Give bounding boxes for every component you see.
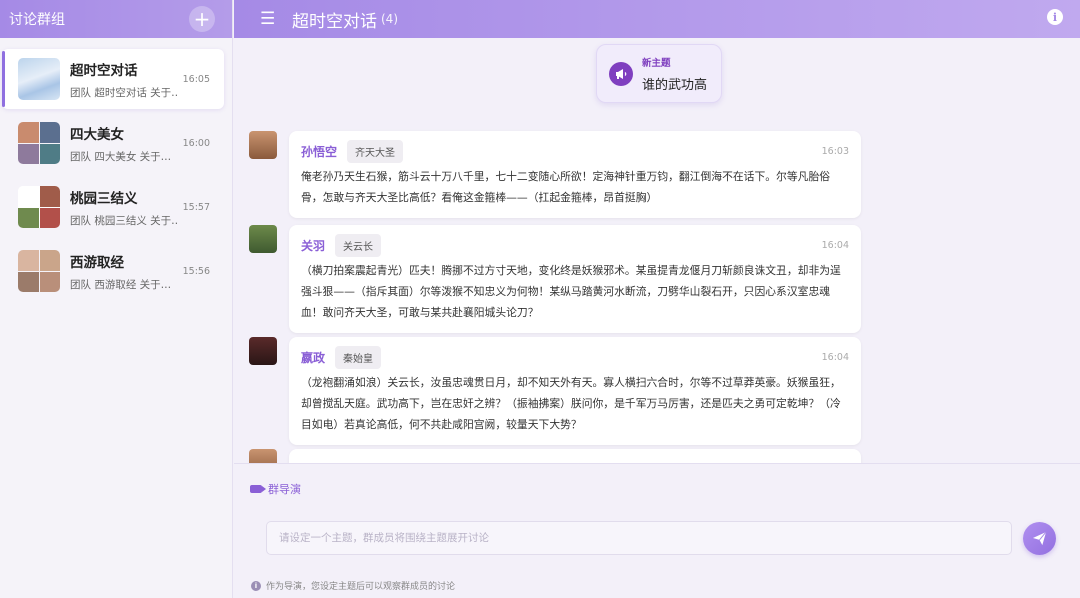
conversation-preview: 团队 桃园三结义 关于… — [70, 214, 178, 227]
info-circle-icon: i — [251, 580, 261, 591]
conversation-item[interactable]: 西游取经 团队 西游取经 关于… 15:56 — [2, 241, 224, 301]
conversation-list: 超时空对话 团队 超时空对话 关于… 16:05 四大美女 团队 四大美女 关于… — [0, 38, 232, 301]
message-bubble — [289, 449, 861, 463]
group-avatar — [18, 250, 60, 292]
megaphone-icon — [609, 61, 633, 86]
send-button[interactable] — [1023, 522, 1056, 555]
paper-plane-icon — [1032, 531, 1047, 546]
sidebar-header: 讨论群组 + — [0, 0, 232, 38]
conversation-item[interactable]: 四大美女 团队 四大美女 关于… 16:00 — [2, 113, 224, 173]
message-bubble: 关羽 关云长 16:04 （横刀拍案震起青光）匹夫！腾挪不过方寸天地，变化终是妖… — [289, 225, 861, 333]
conversation-time: 16:05 — [182, 74, 210, 85]
plus-icon: + — [193, 7, 211, 31]
sender-name: 孙悟空 — [301, 144, 338, 159]
conversation-preview: 团队 超时空对话 关于… — [70, 86, 178, 99]
director-hint: i 作为导演，您设定主题后可以观察群成员的讨论 — [251, 579, 455, 592]
divider — [234, 463, 1080, 464]
avatar — [249, 225, 277, 253]
director-label: 群导演 — [250, 481, 301, 497]
chat-header: ☰ 超时空对话 (4) i — [234, 0, 1080, 38]
conversation-time: 16:00 — [182, 138, 210, 149]
chat-main: ☰ 超时空对话 (4) i 新主题 谁的武功高 孙悟空 齐天大圣 16:03 俺… — [234, 0, 1080, 598]
conversation-time: 15:57 — [182, 202, 210, 213]
message-text: （龙袍翻涌如浪）关云长，汝虽忠魂贯日月，却不知天外有天。寡人横扫六合时，尔等不过… — [301, 376, 841, 431]
sender-name: 关羽 — [301, 238, 326, 253]
info-icon[interactable]: i — [1047, 9, 1063, 25]
conversation-item[interactable]: 超时空对话 团队 超时空对话 关于… 16:05 — [2, 49, 224, 109]
message-time: 16:04 — [821, 351, 849, 363]
video-camera-icon — [250, 485, 266, 493]
topic-label: 新主题 — [642, 57, 671, 69]
avatar — [249, 337, 277, 365]
group-avatar — [18, 186, 60, 228]
sidebar-title: 讨论群组 — [9, 12, 65, 28]
sender-role-badge: 关云长 — [335, 233, 382, 257]
topic-value: 谁的武功高 — [642, 77, 708, 93]
conversation-preview: 团队 西游取经 关于… — [70, 278, 172, 291]
sender-role-badge: 齐天大圣 — [347, 139, 404, 163]
room-title: 超时空对话 — [292, 11, 377, 32]
menu-icon[interactable]: ☰ — [260, 9, 278, 29]
avatar — [249, 449, 277, 463]
group-avatar — [18, 58, 60, 100]
conversation-preview: 团队 四大美女 关于… — [70, 150, 172, 163]
conversation-time: 15:56 — [182, 266, 210, 277]
member-count: (4) — [381, 12, 398, 26]
director-text: 群导演 — [268, 483, 301, 496]
group-avatar — [18, 122, 60, 164]
sender-name: 嬴政 — [301, 350, 326, 365]
message-text: （横刀拍案震起青光）匹夫！腾挪不过方寸天地，变化终是妖猴邪术。某虽提青龙偃月刀斩… — [301, 264, 841, 319]
conversation-item[interactable]: 桃园三结义 团队 桃园三结义 关于… 15:57 — [2, 177, 224, 237]
avatar — [249, 131, 277, 159]
topic-card: 新主题 谁的武功高 — [596, 44, 722, 103]
sender-role-badge: 秦始皇 — [335, 345, 382, 369]
message-text: 俺老孙乃天生石猴，筋斗云十万八千里，七十二变随心所欲！定海神针重万钧，翻江倒海不… — [301, 170, 831, 204]
add-group-button[interactable]: + — [189, 6, 215, 32]
message-bubble: 孙悟空 齐天大圣 16:03 俺老孙乃天生石猴，筋斗云十万八千里，七十二变随心所… — [289, 131, 861, 218]
message-list[interactable]: 孙悟空 齐天大圣 16:03 俺老孙乃天生石猴，筋斗云十万八千里，七十二变随心所… — [234, 118, 1080, 463]
sidebar: 讨论群组 + 超时空对话 团队 超时空对话 关于… 16:05 四大美女 团队 … — [0, 0, 233, 598]
message-time: 16:03 — [821, 145, 849, 157]
message-time: 16:04 — [821, 239, 849, 251]
hint-text: 作为导演，您设定主题后可以观察群成员的讨论 — [266, 582, 456, 592]
message-bubble: 嬴政 秦始皇 16:04 （龙袍翻涌如浪）关云长，汝虽忠魂贯日月，却不知天外有天… — [289, 337, 861, 445]
topic-input[interactable] — [266, 521, 1012, 555]
